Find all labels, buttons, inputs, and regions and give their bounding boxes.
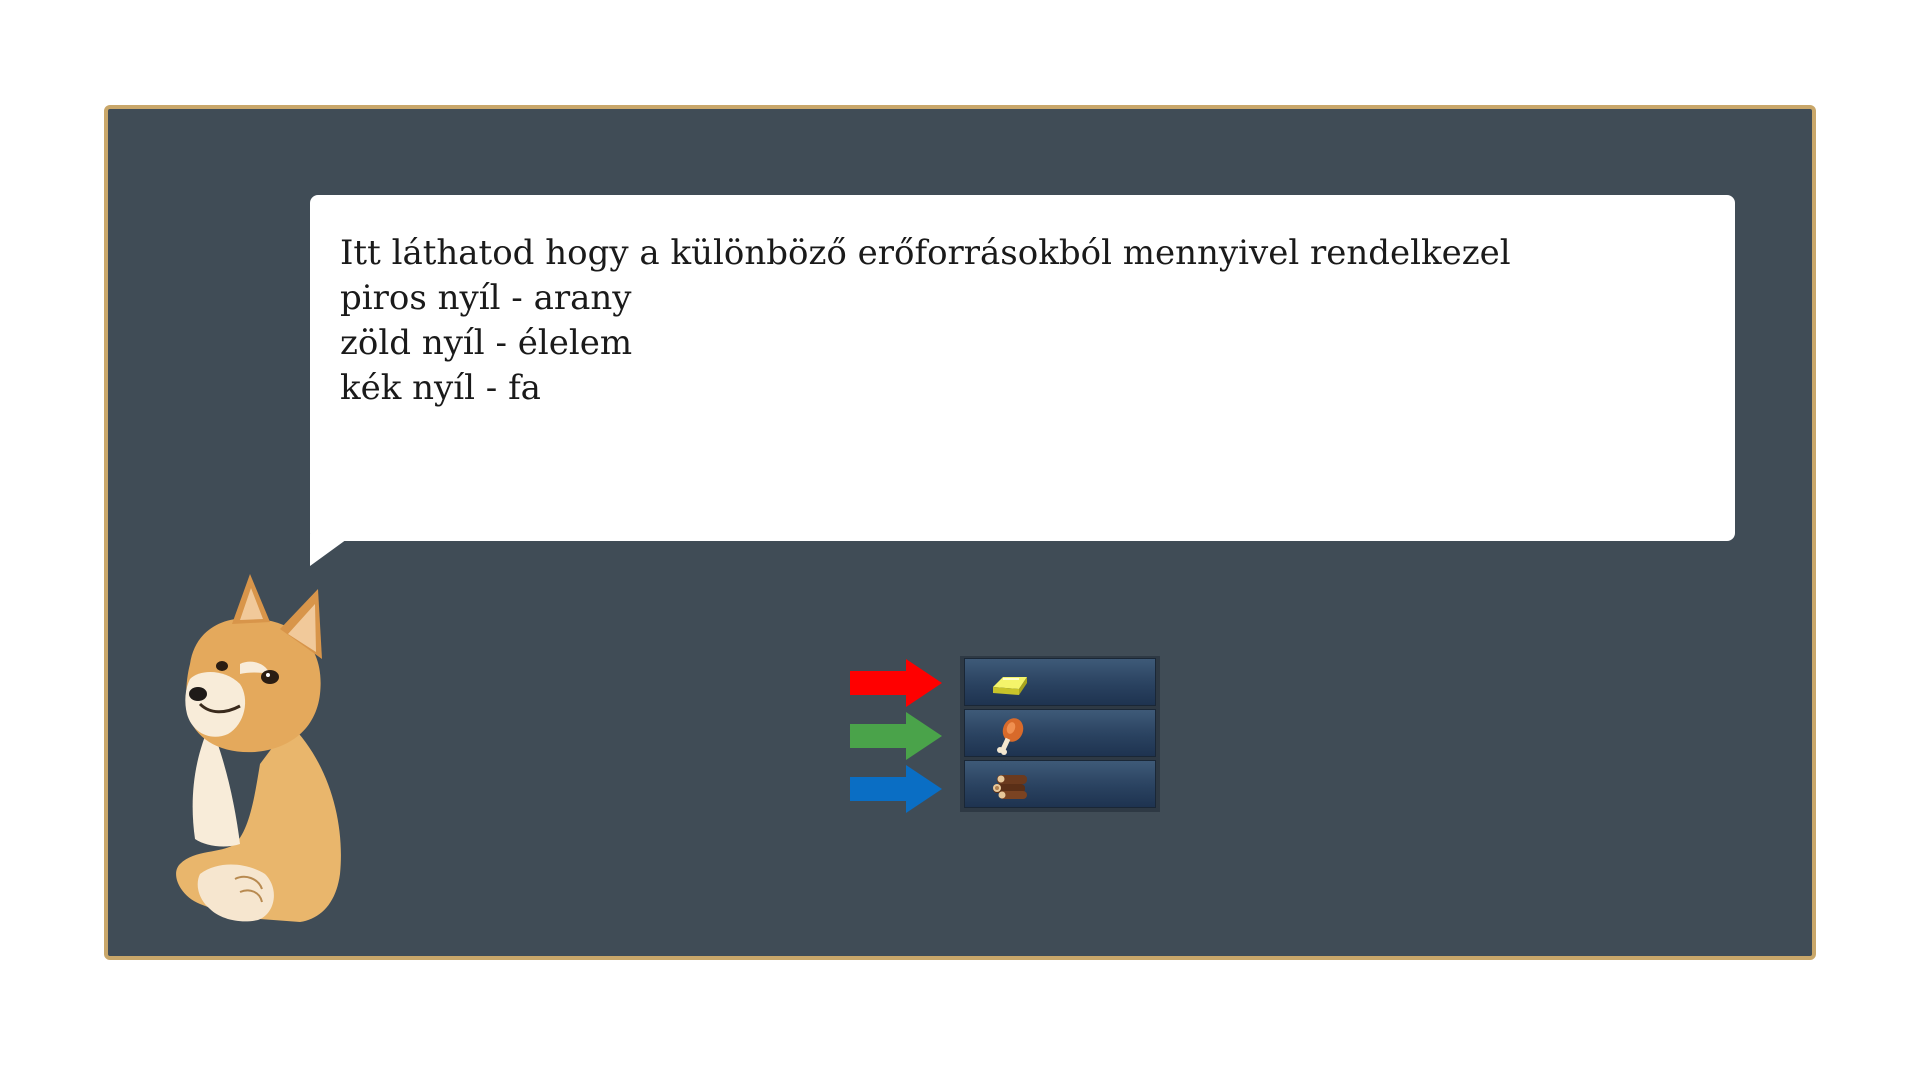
dialog-line-3: zöld nyíl - élelem bbox=[340, 323, 633, 363]
wood-logs-icon bbox=[993, 775, 1027, 799]
red-arrow-icon bbox=[850, 659, 942, 707]
shiba-dog-icon bbox=[140, 574, 380, 938]
blue-arrow-icon bbox=[850, 765, 942, 813]
resource-row-wood[interactable] bbox=[964, 760, 1156, 808]
dialog-line-1: Itt láthatod hogy a különböző erőforráso… bbox=[340, 233, 1511, 273]
tutorial-panel: Itt láthatod hogy a különböző erőforráso… bbox=[104, 105, 1816, 960]
resource-row-gold[interactable] bbox=[964, 658, 1156, 706]
meat-drumstick-icon bbox=[997, 718, 1024, 755]
speech-bubble-tail bbox=[310, 534, 354, 566]
dialog-line-4: kék nyíl - fa bbox=[340, 368, 541, 408]
resource-row-food[interactable] bbox=[964, 709, 1156, 757]
resource-panel bbox=[960, 656, 1160, 812]
gold-bar-icon bbox=[993, 677, 1027, 695]
speech-bubble: Itt láthatod hogy a különböző erőforráso… bbox=[310, 195, 1735, 541]
green-arrow-icon bbox=[850, 712, 942, 760]
dialog-line-2: piros nyíl - arany bbox=[340, 278, 632, 318]
